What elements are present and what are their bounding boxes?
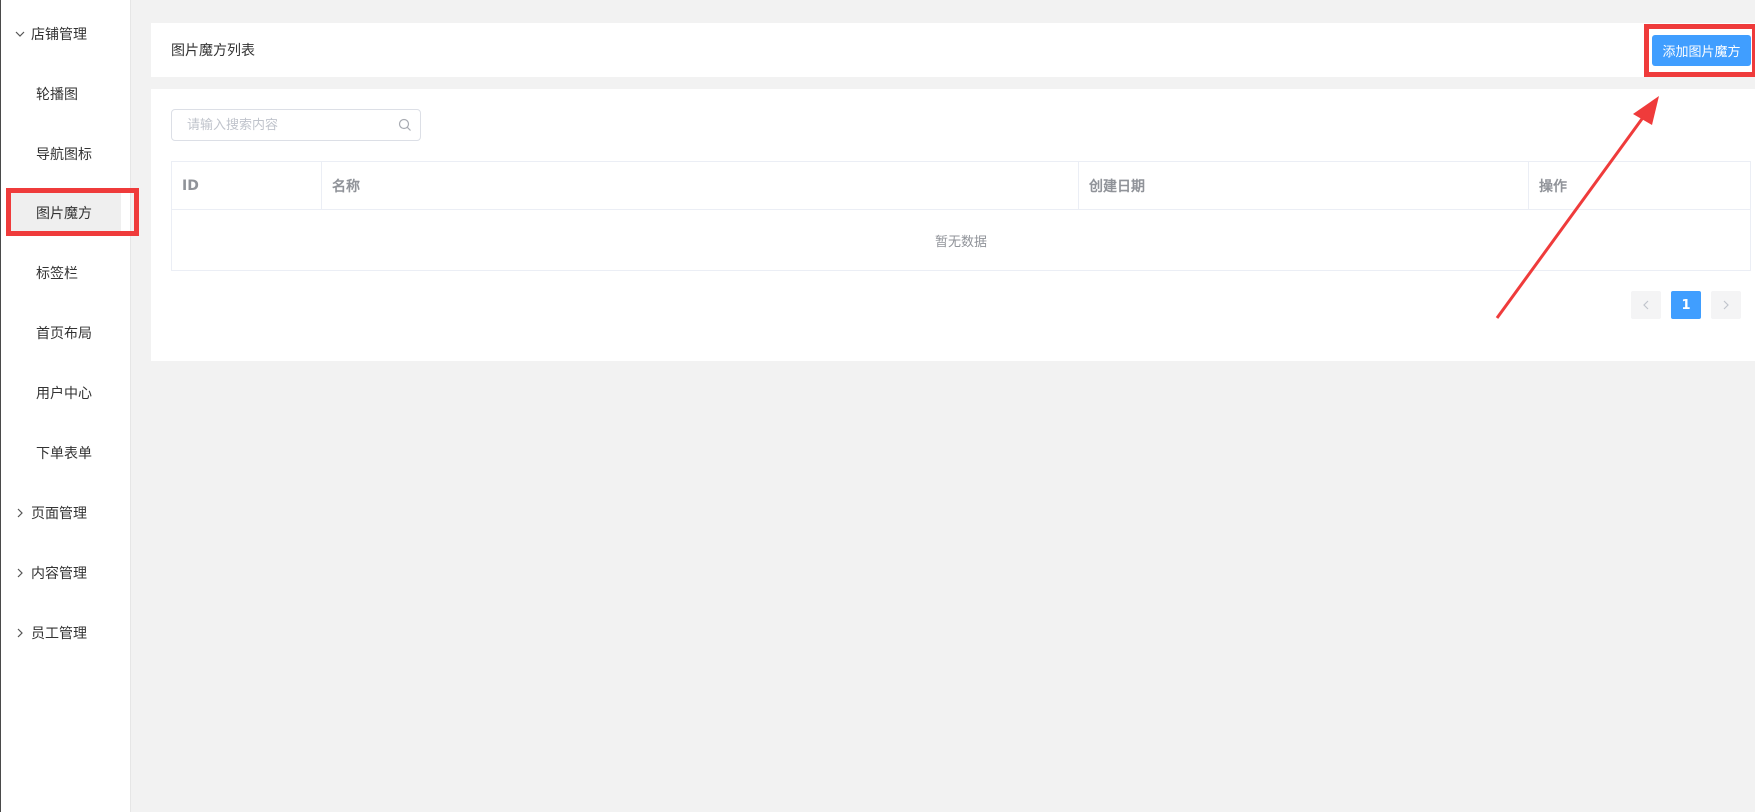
sidebar-item-label: 下单表单	[36, 446, 92, 462]
sidebar-group-pages[interactable]: 页面管理	[1, 493, 131, 533]
data-table: ID 名称 创建日期 操作 暂无数据	[171, 161, 1751, 271]
sidebar-item-user-center[interactable]: 用户中心	[11, 373, 121, 413]
chevron-right-icon	[12, 628, 28, 638]
sidebar-item-label: 标签栏	[36, 266, 78, 282]
column-header-created-date: 创建日期	[1079, 162, 1529, 209]
table-header: ID 名称 创建日期 操作	[172, 162, 1750, 210]
sidebar-group-content[interactable]: 内容管理	[1, 553, 131, 593]
add-image-cube-button[interactable]: 添加图片魔方	[1652, 35, 1751, 66]
chevron-right-icon	[1723, 300, 1729, 310]
table-empty-text: 暂无数据	[934, 234, 987, 250]
pagination-page-current[interactable]: 1	[1671, 291, 1701, 319]
sidebar-group-label: 店铺管理	[31, 27, 87, 43]
sidebar-item-nav-icons[interactable]: 导航图标	[11, 134, 121, 174]
sidebar-item-image-cube[interactable]: 图片魔方	[11, 193, 121, 233]
sidebar-item-order-form[interactable]: 下单表单	[11, 433, 121, 473]
column-header-name: 名称	[322, 162, 1079, 209]
chevron-right-icon	[12, 568, 28, 578]
sidebar-item-label: 轮播图	[36, 87, 78, 103]
chevron-left-icon	[1643, 300, 1649, 310]
chevron-right-icon	[12, 508, 28, 518]
column-header-id: ID	[172, 162, 322, 209]
sidebar-group-label: 员工管理	[31, 626, 87, 642]
chevron-down-icon	[12, 29, 28, 39]
pagination: 1	[1631, 291, 1741, 319]
sidebar-group-label: 页面管理	[31, 506, 87, 522]
sidebar-group-store[interactable]: 店铺管理	[1, 14, 131, 54]
sidebar-item-label: 图片魔方	[36, 206, 92, 222]
sidebar-item-home-layout[interactable]: 首页布局	[11, 313, 121, 353]
search-input[interactable]	[172, 110, 390, 140]
search-icon[interactable]	[390, 110, 420, 140]
page-title: 图片魔方列表	[171, 43, 255, 59]
sidebar-item-label: 用户中心	[36, 386, 92, 402]
sidebar-item-tab-bar[interactable]: 标签栏	[11, 253, 121, 293]
sidebar-item-carousel[interactable]: 轮播图	[11, 74, 121, 114]
sidebar: 店铺管理 轮播图 导航图标 图片魔方 标签栏 首页布局 用户中心 下单表单 页面…	[0, 0, 131, 812]
column-header-actions: 操作	[1539, 178, 1567, 195]
page-header: 图片魔方列表	[151, 23, 1755, 77]
sidebar-item-label: 导航图标	[36, 147, 92, 163]
sidebar-group-staff[interactable]: 员工管理	[1, 613, 131, 653]
pagination-next-button[interactable]	[1711, 291, 1741, 319]
search-box	[171, 109, 421, 141]
list-panel: ID 名称 创建日期 操作 暂无数据 1	[151, 89, 1755, 361]
pagination-prev-button[interactable]	[1631, 291, 1661, 319]
sidebar-item-label: 首页布局	[36, 326, 92, 342]
sidebar-group-label: 内容管理	[31, 566, 87, 582]
